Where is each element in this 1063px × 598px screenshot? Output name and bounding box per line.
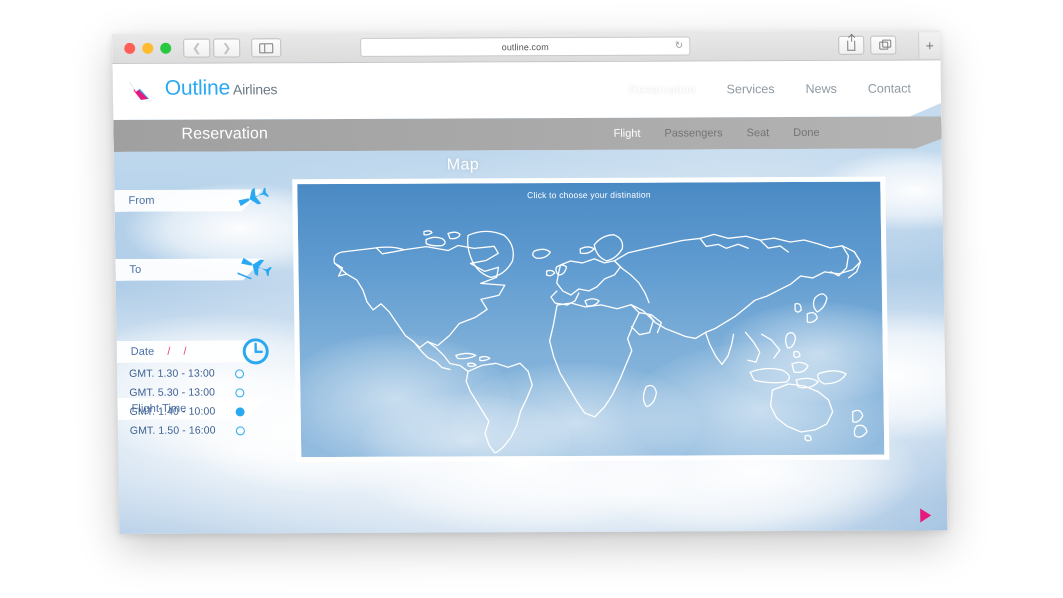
share-icon — [847, 40, 856, 51]
airplane-takeoff-icon — [238, 187, 270, 207]
back-button[interactable]: ❮ — [183, 38, 211, 58]
brand-wordmark: Outline Airlines — [165, 76, 278, 100]
show-tabs-button[interactable] — [870, 35, 897, 55]
logo-area[interactable]: Outline Airlines — [127, 72, 278, 105]
brand-suffix: Airlines — [232, 81, 278, 98]
sub-header: Reservation Flight Passengers Seat Done — [113, 116, 942, 152]
screenshot-stage: ❮ ❯ outline.com ↻ + Outline Airlines Res… — [0, 0, 1063, 598]
browser-window: ❮ ❯ outline.com ↻ + Outline Airlines Res… — [112, 30, 948, 534]
page-title: Reservation — [181, 125, 269, 143]
new-tab-button[interactable]: + — [918, 32, 941, 59]
flight-option-label: GMT. 1.40 - 10:00 — [129, 405, 216, 418]
window-controls — [124, 42, 172, 54]
tabs-icon — [878, 41, 888, 50]
brand-name: Outline — [164, 76, 231, 100]
main-navigation: Reservation Services News Contact — [629, 82, 911, 97]
date-row: Date / / — [117, 338, 297, 365]
nav-item-reservation[interactable]: Reservation — [629, 82, 696, 96]
page-content: Outline Airlines Reservation Services New… — [112, 60, 948, 534]
nav-item-services[interactable]: Services — [726, 82, 774, 96]
forward-button[interactable]: ❯ — [213, 38, 241, 58]
play-triangle-icon[interactable] — [920, 508, 932, 523]
nav-item-contact[interactable]: Contact — [868, 82, 911, 96]
sidebar-icon — [259, 42, 274, 53]
from-row: From — [114, 187, 294, 212]
date-label: Date — [130, 345, 155, 358]
nav-item-news[interactable]: News — [805, 82, 836, 96]
reservation-steps: Flight Passengers Seat Done — [614, 127, 820, 140]
toolbar-right-buttons — [838, 35, 897, 55]
zoom-window-button[interactable] — [160, 42, 172, 54]
radio-icon[interactable] — [235, 387, 245, 397]
body-area: Map From To Date / / Flight Time GMT. 1.… — [114, 148, 948, 534]
radio-icon[interactable] — [234, 368, 245, 378]
address-bar[interactable]: outline.com ↻ — [360, 36, 691, 57]
step-passengers[interactable]: Passengers — [664, 127, 722, 139]
share-button[interactable] — [838, 35, 865, 55]
url-text: outline.com — [501, 41, 549, 52]
site-header: Outline Airlines Reservation Services New… — [112, 60, 941, 120]
flight-option-label: GMT. 1.30 - 13:00 — [128, 367, 215, 380]
airplane-landing-icon — [237, 257, 272, 280]
to-row: To — [115, 257, 295, 281]
radio-icon[interactable] — [235, 425, 245, 435]
flight-option-2[interactable]: GMT. 5.30 - 13:00 — [129, 384, 245, 401]
radio-icon-selected[interactable] — [235, 406, 245, 416]
flight-option-label: GMT. 5.30 - 13:00 — [129, 386, 216, 399]
flight-time-options: GMT. 1.30 - 13:00 GMT. 5.30 - 13:00 GMT.… — [129, 365, 245, 441]
flight-option-4[interactable]: GMT. 1.50 - 16:00 — [130, 422, 245, 439]
chevron-right-icon: ❯ — [222, 42, 232, 55]
flight-option-label: GMT. 1.50 - 16:00 — [129, 424, 216, 437]
chevron-left-icon: ❮ — [192, 42, 202, 55]
browser-titlebar: ❮ ❯ outline.com ↻ + — [112, 30, 941, 64]
flight-option-1[interactable]: GMT. 1.30 - 13:00 — [128, 365, 245, 382]
map-hint-text: Click to choose your distination — [527, 189, 651, 201]
reservation-form: From To Date / / Flight Time — [114, 187, 295, 281]
sidebar-toggle-button[interactable] — [251, 38, 282, 58]
clock-icon[interactable] — [238, 334, 273, 368]
to-label: To — [129, 263, 142, 276]
airline-swoosh-logo — [127, 73, 157, 105]
reload-icon[interactable]: ↻ — [675, 41, 684, 52]
close-window-button[interactable] — [124, 42, 136, 54]
from-label: From — [128, 194, 155, 207]
step-flight[interactable]: Flight — [614, 128, 641, 140]
world-map-panel[interactable]: Click to choose your distination — [292, 176, 890, 463]
world-map-outline[interactable] — [308, 204, 882, 454]
map-section-title: Map — [446, 156, 480, 174]
date-separator-1: / — [167, 345, 171, 358]
flight-option-3[interactable]: GMT. 1.40 - 10:00 — [129, 403, 245, 420]
minimize-window-button[interactable] — [142, 42, 154, 54]
date-separator-2: / — [183, 345, 187, 358]
step-done[interactable]: Done — [793, 127, 819, 139]
step-seat[interactable]: Seat — [747, 127, 770, 139]
